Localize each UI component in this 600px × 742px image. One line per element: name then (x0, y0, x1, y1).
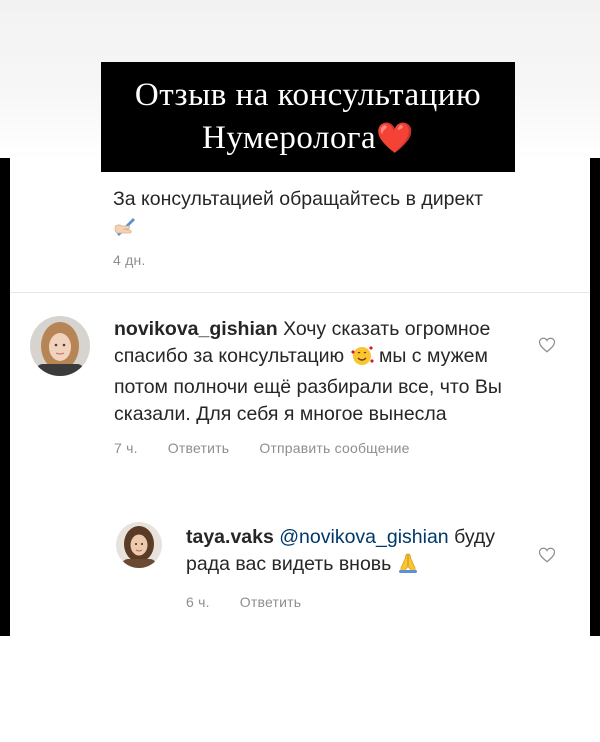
heart-emoji: ❤️ (376, 122, 414, 155)
reply-body: taya.vaks @novikova_gishian буду рада ва… (186, 524, 526, 610)
writing-hand-icon (113, 214, 137, 244)
comment-body: novikova_gishian Хочу сказать огромное с… (114, 316, 514, 456)
smiling-face-with-hearts-icon (350, 344, 374, 374)
reply-text: taya.vaks @novikova_gishian буду рада ва… (186, 524, 526, 582)
reply-button[interactable]: Ответить (240, 594, 301, 610)
heart-icon[interactable] (538, 546, 556, 564)
comment-timestamp: 7 ч. (114, 440, 138, 456)
divider (10, 292, 590, 293)
send-message-button[interactable]: Отправить сообщение (259, 440, 409, 456)
left-frame-bar (0, 158, 10, 636)
caption-meta: 4 дн. (113, 252, 493, 268)
title-line-1: Отзыв на консультацию (134, 77, 482, 113)
caption-text: За консультацией обращайтесь в директ (113, 188, 484, 210)
reply-timestamp: 6 ч. (186, 594, 210, 610)
reply-username[interactable]: taya.vaks (186, 526, 274, 548)
heart-icon[interactable] (538, 336, 556, 354)
avatar[interactable] (116, 522, 162, 568)
caption-text-row: За консультацией обращайтесь в директ (113, 186, 493, 244)
mention-link[interactable]: @novikova_gishian (279, 526, 448, 548)
right-frame-bar (590, 158, 600, 636)
avatar[interactable] (30, 316, 90, 376)
comment-username[interactable]: novikova_gishian (114, 318, 278, 340)
folded-hands-icon (397, 552, 419, 582)
reply-button[interactable]: Ответить (168, 440, 229, 456)
title-line-2: Нумеролога❤️ (101, 117, 515, 160)
title-line-2-text: Нумеролога (201, 120, 377, 156)
caption-timestamp: 4 дн. (113, 252, 146, 268)
comment-text: novikova_gishian Хочу сказать огромное с… (114, 316, 514, 428)
title-banner: Отзыв на консультацию Нумеролога❤️ (101, 62, 515, 172)
caption-comment: За консультацией обращайтесь в директ 4 … (113, 186, 493, 268)
reply-meta: 6 ч. Ответить (186, 594, 526, 610)
comment-meta: 7 ч. Ответить Отправить сообщение (114, 440, 514, 456)
